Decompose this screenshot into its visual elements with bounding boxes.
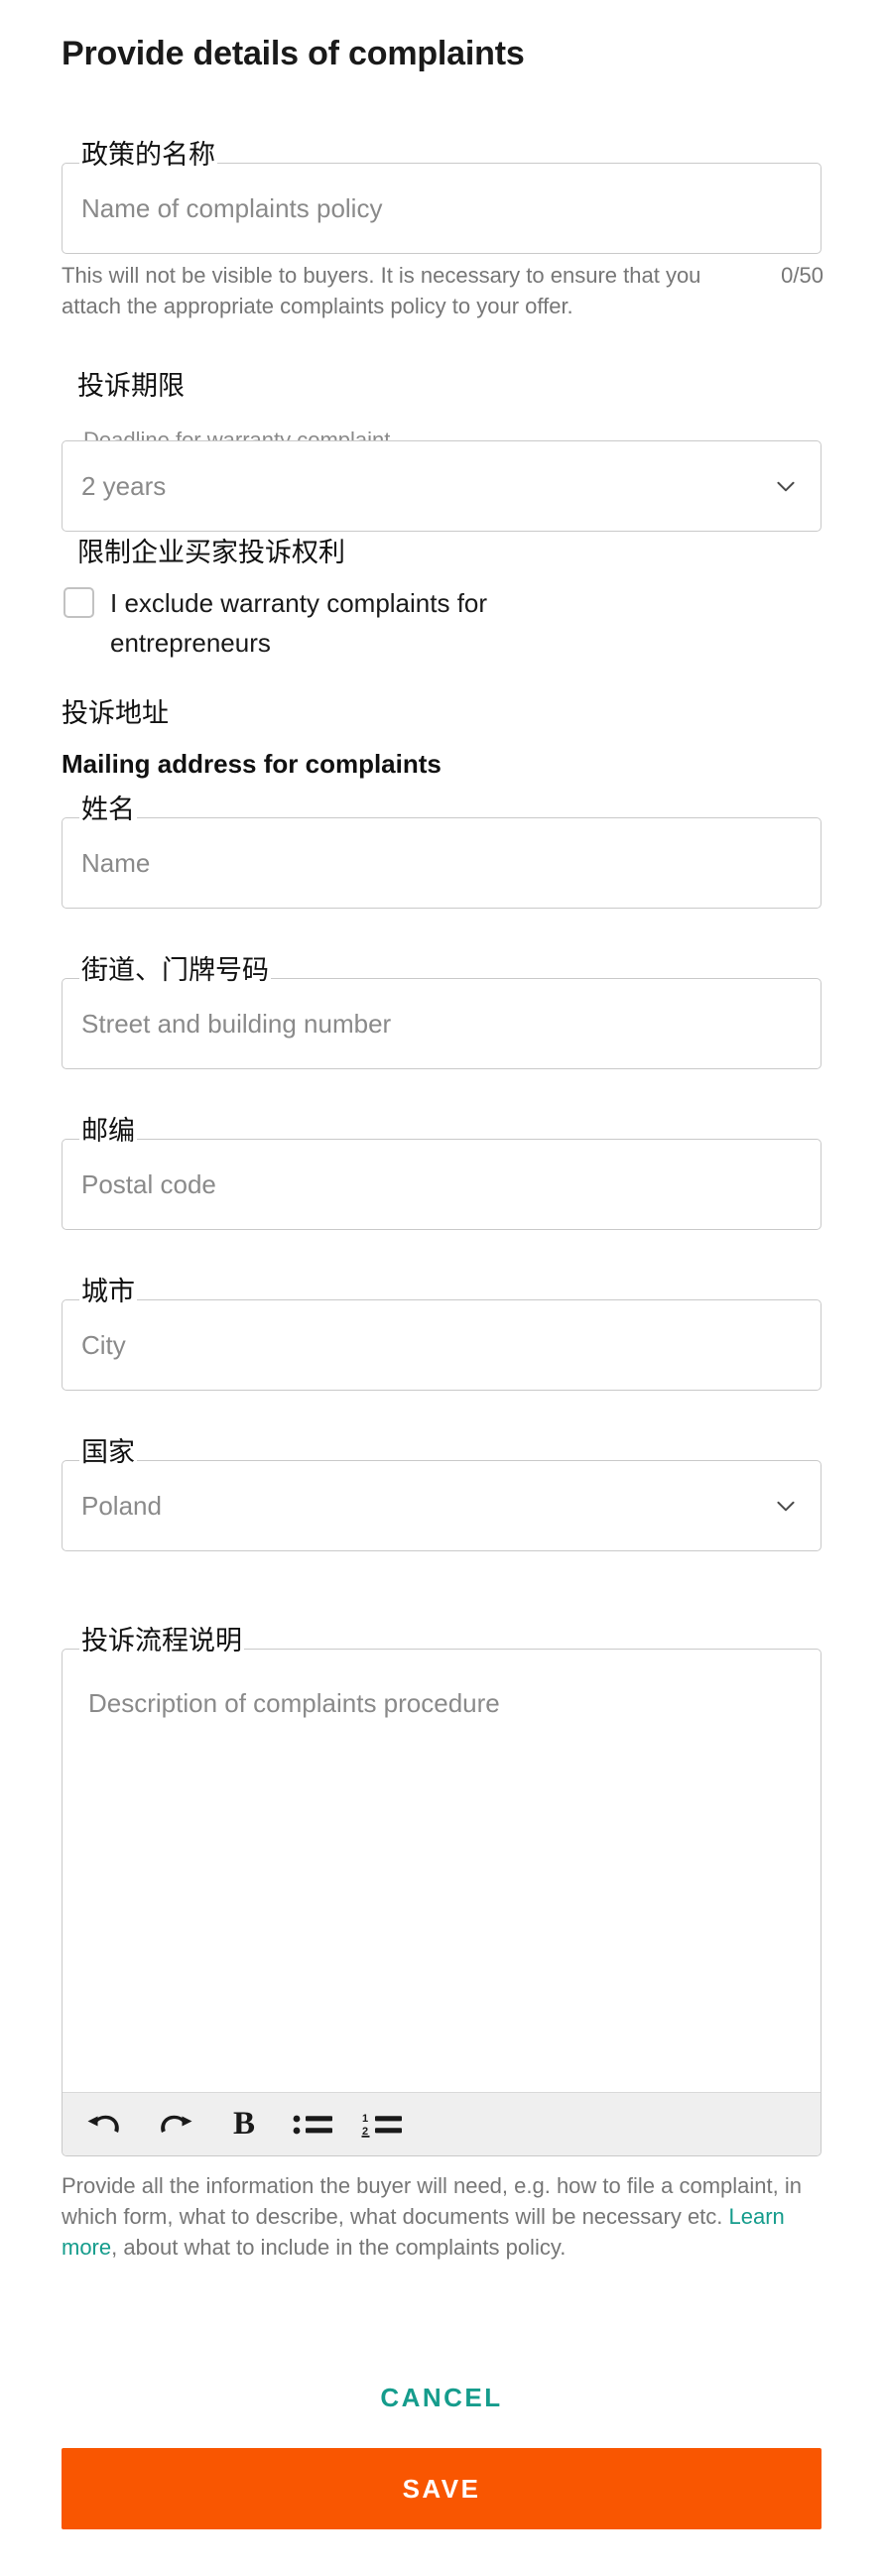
procedure-footer-note: Provide all the information the buyer wi…	[62, 2170, 825, 2263]
procedure-cn-label: 投诉流程说明	[79, 1625, 244, 1656]
exclude-checkbox-label: I exclude warranty complaints for entrep…	[110, 588, 488, 658]
page-title: Provide details of complaints	[62, 35, 525, 72]
procedure-placeholder: Description of complaints procedure	[88, 1688, 500, 1718]
address-street-cn-label: 街道、门牌号码	[79, 954, 271, 986]
chevron-down-icon	[773, 473, 799, 499]
bulleted-list-icon[interactable]	[283, 2098, 344, 2151]
redo-icon[interactable]	[144, 2098, 205, 2151]
address-postal-field-group: 邮编 Postal code	[62, 1115, 822, 1230]
address-country-value: Poland	[81, 1491, 162, 1521]
procedure-note-after: , about what to include in the complaint…	[111, 2235, 567, 2260]
undo-icon[interactable]	[74, 2098, 136, 2151]
address-postal-input[interactable]: Postal code	[62, 1139, 822, 1230]
policy-name-helper-text: This will not be visible to buyers. It i…	[62, 263, 701, 318]
deadline-select[interactable]: 2 years	[62, 440, 822, 532]
bold-icon[interactable]: B	[213, 2098, 275, 2151]
cancel-button[interactable]: CANCEL	[62, 2367, 822, 2428]
policy-name-char-counter: 0/50	[781, 263, 823, 288]
policy-name-field-group: 政策的名称 Name of complaints policy	[62, 139, 822, 254]
editor-toolbar: B 1 2	[63, 2092, 821, 2155]
address-city-cn-label: 城市	[79, 1276, 137, 1307]
address-street-placeholder: Street and building number	[81, 1009, 392, 1039]
address-street-input[interactable]: Street and building number	[62, 978, 822, 1069]
deadline-value: 2 years	[81, 471, 167, 501]
policy-name-cn-label: 政策的名称	[79, 139, 217, 171]
address-name-placeholder: Name	[81, 848, 151, 878]
procedure-editor[interactable]: Description of complaints procedure B 1 …	[62, 1649, 822, 2156]
address-name-cn-label: 姓名	[79, 794, 137, 825]
address-postal-cn-label: 邮编	[79, 1115, 137, 1147]
bold-icon-glyph: B	[232, 2106, 255, 2142]
exclude-checkbox-row[interactable]: I exclude warranty complaints for entrep…	[63, 583, 758, 663]
address-cn-heading: 投诉地址	[62, 698, 169, 728]
address-postal-placeholder: Postal code	[81, 1169, 216, 1199]
address-name-input[interactable]: Name	[62, 817, 822, 909]
address-city-field-group: 城市 City	[62, 1276, 822, 1391]
numbered-list-icon[interactable]: 1 2	[352, 2098, 414, 2151]
address-street-field-group: 街道、门牌号码 Street and building number	[62, 954, 822, 1069]
save-button[interactable]: SAVE	[62, 2448, 822, 2529]
address-city-placeholder: City	[81, 1330, 126, 1360]
exclude-cn-heading: 限制企业买家投诉权利	[77, 538, 345, 567]
address-city-input[interactable]: City	[62, 1299, 822, 1391]
address-name-field-group: 姓名 Name	[62, 794, 822, 909]
exclude-checkbox[interactable]	[63, 587, 94, 618]
address-heading: Mailing address for complaints	[62, 749, 442, 779]
address-country-select[interactable]: Poland	[62, 1460, 822, 1551]
deadline-field-group: Deadline for warranty complaint 2 years	[62, 429, 822, 532]
procedure-note-before: Provide all the information the buyer wi…	[62, 2173, 802, 2229]
policy-name-input[interactable]: Name of complaints policy	[62, 163, 822, 254]
complaints-details-form: Provide details of complaints 政策的名称 Name…	[0, 0, 885, 2576]
deadline-cn-heading: 投诉期限	[77, 371, 185, 401]
address-country-field-group: 国家 Poland	[62, 1436, 822, 1551]
address-country-cn-label: 国家	[79, 1436, 137, 1468]
svg-text:1: 1	[362, 2113, 368, 2125]
chevron-down-icon	[773, 1493, 799, 1519]
policy-name-placeholder: Name of complaints policy	[81, 193, 383, 223]
